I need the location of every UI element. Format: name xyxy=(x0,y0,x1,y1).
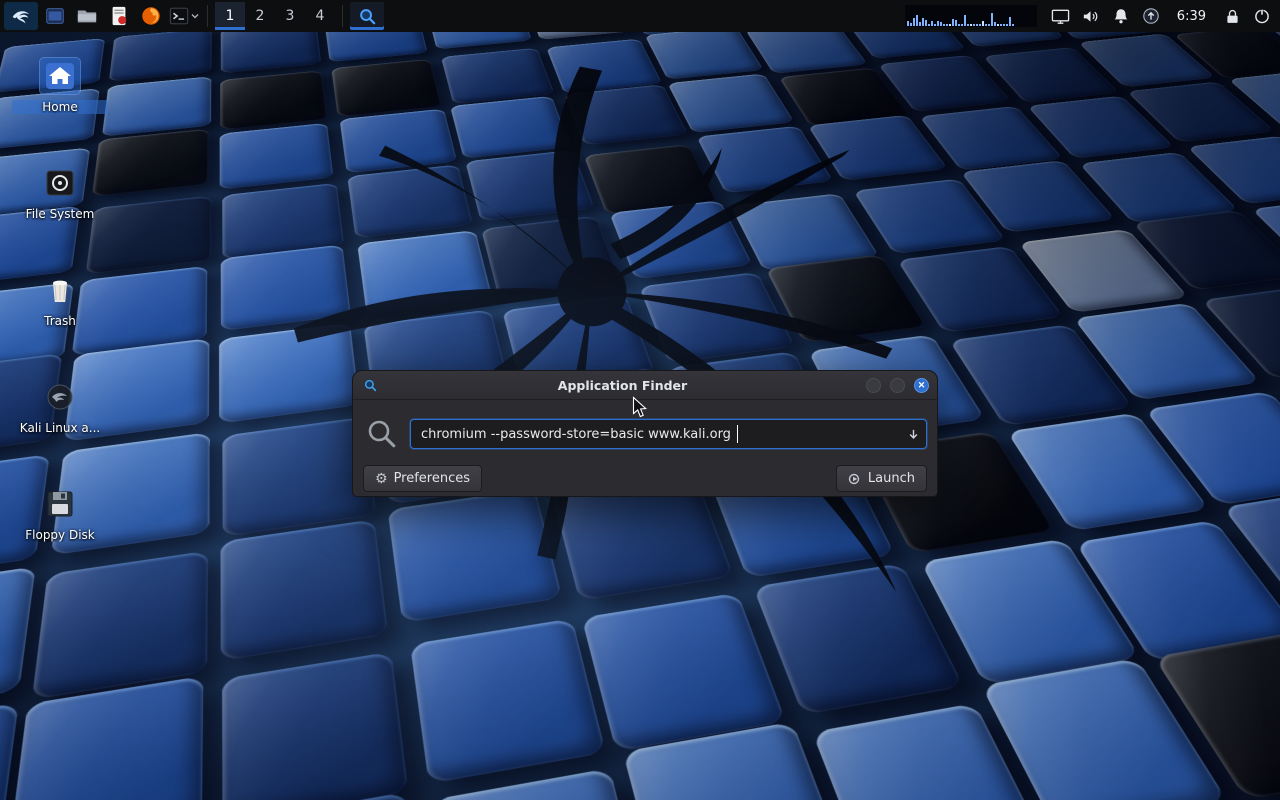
cpu-graph[interactable] xyxy=(905,5,1037,27)
trash-icon xyxy=(40,272,80,308)
finder-actions: ⚙ Preferences Launch xyxy=(353,465,937,492)
application-finder-window-icon xyxy=(358,7,377,26)
desktop-icon-label: Kali Linux a... xyxy=(12,421,108,435)
lock-screen-icon[interactable] xyxy=(1218,2,1246,30)
desktop-icon-trash[interactable]: Trash xyxy=(12,272,108,328)
workspace-switcher: 1 2 3 4 xyxy=(215,0,335,32)
launch-label: Launch xyxy=(868,471,915,486)
desktop-icon-floppy-disk[interactable]: Floppy Disk xyxy=(12,486,108,542)
text-editor-icon xyxy=(108,5,130,27)
close-button[interactable]: ✕ xyxy=(914,378,929,393)
finder-body xyxy=(353,417,937,451)
application-finder-icon xyxy=(361,376,379,394)
text-caret xyxy=(737,425,738,443)
minimize-button[interactable] xyxy=(866,378,881,393)
desktop-icon-file-system[interactable]: File System xyxy=(12,165,108,221)
preferences-label: Preferences xyxy=(394,471,470,486)
workspace-button-1[interactable]: 1 xyxy=(215,2,245,30)
desktop: 1 2 3 4 6:39 xyxy=(0,0,1280,800)
gear-icon: ⚙ xyxy=(375,471,388,487)
floppy-disk-icon xyxy=(40,486,80,522)
command-entry xyxy=(410,419,927,449)
text-editor-button[interactable] xyxy=(104,2,134,30)
kali-logo-icon xyxy=(10,5,32,27)
launch-run-icon xyxy=(848,472,862,486)
desktop-icon-label: File System xyxy=(12,207,108,221)
window-manager-button[interactable] xyxy=(40,2,70,30)
desktop-icon-label: Trash xyxy=(12,314,108,328)
application-finder-window: Application Finder ✕ ⚙ Preferen xyxy=(352,370,938,497)
firefox-button[interactable] xyxy=(136,2,166,30)
desktop-icon-label: Home xyxy=(12,100,108,114)
desktop-icon-home[interactable]: Home xyxy=(12,58,108,114)
home-icon xyxy=(40,58,80,94)
clock[interactable]: 6:39 xyxy=(1167,9,1216,24)
taskbar: 1 2 3 4 6:39 xyxy=(0,0,1280,32)
window-controls: ✕ xyxy=(866,378,929,393)
workspace-button-4[interactable]: 4 xyxy=(305,2,335,30)
desktop-icon-label: Floppy Disk xyxy=(12,528,108,542)
chevron-down-icon xyxy=(190,11,200,21)
dropdown-arrow-icon[interactable] xyxy=(905,426,921,442)
taskbar-separator xyxy=(207,5,208,27)
taskbar-separator xyxy=(342,5,343,27)
search-icon xyxy=(363,417,401,451)
power-logout-icon[interactable] xyxy=(1248,2,1276,30)
kali-linux-icon xyxy=(40,379,80,415)
kali-dragon-logo xyxy=(235,25,945,595)
launch-button[interactable]: Launch xyxy=(836,465,927,492)
maximize-button[interactable] xyxy=(890,378,905,393)
workspace-button-3[interactable]: 3 xyxy=(275,2,305,30)
preferences-button[interactable]: ⚙ Preferences xyxy=(363,465,482,492)
terminal-icon xyxy=(168,5,190,27)
terminal-button[interactable] xyxy=(168,2,200,30)
command-input[interactable] xyxy=(410,419,927,449)
display-settings-icon[interactable] xyxy=(1047,2,1075,30)
notifications-bell-icon[interactable] xyxy=(1107,2,1135,30)
titlebar[interactable]: Application Finder ✕ xyxy=(353,371,937,400)
window-manager-icon xyxy=(44,5,66,27)
taskbar-window-application-finder[interactable] xyxy=(350,2,384,30)
window-title: Application Finder xyxy=(379,378,866,393)
volume-icon[interactable] xyxy=(1077,2,1105,30)
file-manager-button[interactable] xyxy=(72,2,102,30)
kali-menu-button[interactable] xyxy=(4,2,38,30)
file-system-icon xyxy=(40,165,80,201)
file-manager-icon xyxy=(76,5,98,27)
updates-icon[interactable] xyxy=(1137,2,1165,30)
firefox-icon xyxy=(140,5,162,27)
desktop-icon-kali-linux[interactable]: Kali Linux a... xyxy=(12,379,108,435)
workspace-button-2[interactable]: 2 xyxy=(245,2,275,30)
